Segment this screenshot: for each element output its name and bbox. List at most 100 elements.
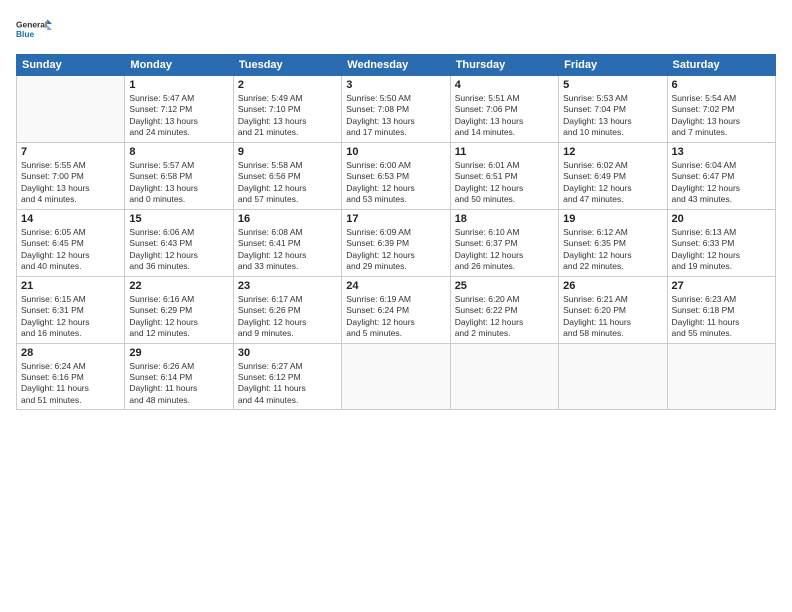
empty-day: [450, 343, 558, 410]
weekday-monday: Monday: [125, 55, 233, 76]
day-info-25: Sunrise: 6:20 AM Sunset: 6:22 PM Dayligh…: [455, 294, 554, 340]
day-19: 19 Sunrise: 6:12 AM Sunset: 6:35 PM Dayli…: [559, 209, 667, 276]
day-info-6: Sunrise: 5:54 AM Sunset: 7:02 PM Dayligh…: [672, 93, 771, 139]
day-info-27: Sunrise: 6:23 AM Sunset: 6:18 PM Dayligh…: [672, 294, 771, 340]
day-number-17: 17: [346, 213, 445, 225]
header: General Blue: [16, 12, 776, 48]
day-number-24: 24: [346, 280, 445, 292]
day-13: 13 Sunrise: 6:04 AM Sunset: 6:47 PM Dayli…: [667, 142, 775, 209]
day-info-22: Sunrise: 6:16 AM Sunset: 6:29 PM Dayligh…: [129, 294, 228, 340]
day-number-28: 28: [21, 347, 120, 359]
day-info-29: Sunrise: 6:26 AM Sunset: 6:14 PM Dayligh…: [129, 361, 228, 407]
logo: General Blue: [16, 12, 52, 48]
day-info-16: Sunrise: 6:08 AM Sunset: 6:41 PM Dayligh…: [238, 227, 337, 273]
day-11: 11 Sunrise: 6:01 AM Sunset: 6:51 PM Dayli…: [450, 142, 558, 209]
day-16: 16Sunrise: 6:08 AM Sunset: 6:41 PM Dayli…: [233, 209, 341, 276]
day-info-5: Sunrise: 5:53 AM Sunset: 7:04 PM Dayligh…: [563, 93, 662, 139]
weekday-wednesday: Wednesday: [342, 55, 450, 76]
day-info-4: Sunrise: 5:51 AM Sunset: 7:06 PM Dayligh…: [455, 93, 554, 139]
day-21: 21 Sunrise: 6:15 AM Sunset: 6:31 PM Dayli…: [17, 276, 125, 343]
day-number-25: 25: [455, 280, 554, 292]
day-25: 25 Sunrise: 6:20 AM Sunset: 6:22 PM Dayli…: [450, 276, 558, 343]
day-30: 30Sunrise: 6:27 AM Sunset: 6:12 PM Dayli…: [233, 343, 341, 410]
calendar-page: General Blue SundayMondayTuesdayWednesda…: [0, 0, 792, 612]
day-1: 1 Sunrise: 5:47 AM Sunset: 7:12 PM Daylig…: [125, 76, 233, 143]
day-info-26: Sunrise: 6:21 AM Sunset: 6:20 PM Dayligh…: [563, 294, 662, 340]
day-number-6: 6: [672, 79, 771, 91]
day-8: 8 Sunrise: 5:57 AM Sunset: 6:58 PM Daylig…: [125, 142, 233, 209]
day-number-22: 22: [129, 280, 228, 292]
weekday-friday: Friday: [559, 55, 667, 76]
week-row-3: 14 Sunrise: 6:05 AM Sunset: 6:45 PM Dayli…: [17, 209, 776, 276]
day-number-12: 12: [563, 146, 662, 158]
day-number-27: 27: [672, 280, 771, 292]
day-10: 10Sunrise: 6:00 AM Sunset: 6:53 PM Dayli…: [342, 142, 450, 209]
day-23: 23 Sunrise: 6:17 AM Sunset: 6:26 PM Dayli…: [233, 276, 341, 343]
calendar-table: SundayMondayTuesdayWednesdayThursdayFrid…: [16, 54, 776, 410]
day-info-2: Sunrise: 5:49 AM Sunset: 7:10 PM Dayligh…: [238, 93, 337, 139]
day-info-9: Sunrise: 5:58 AM Sunset: 6:56 PM Dayligh…: [238, 160, 337, 206]
day-14: 14 Sunrise: 6:05 AM Sunset: 6:45 PM Dayli…: [17, 209, 125, 276]
day-info-23: Sunrise: 6:17 AM Sunset: 6:26 PM Dayligh…: [238, 294, 337, 340]
day-number-2: 2: [238, 79, 337, 91]
weekday-sunday: Sunday: [17, 55, 125, 76]
day-12: 12 Sunrise: 6:02 AM Sunset: 6:49 PM Dayli…: [559, 142, 667, 209]
day-info-15: Sunrise: 6:06 AM Sunset: 6:43 PM Dayligh…: [129, 227, 228, 273]
day-info-13: Sunrise: 6:04 AM Sunset: 6:47 PM Dayligh…: [672, 160, 771, 206]
day-number-1: 1: [129, 79, 228, 91]
day-number-23: 23: [238, 280, 337, 292]
empty-day: [559, 343, 667, 410]
day-number-15: 15: [129, 213, 228, 225]
day-info-1: Sunrise: 5:47 AM Sunset: 7:12 PM Dayligh…: [129, 93, 228, 139]
day-27: 27 Sunrise: 6:23 AM Sunset: 6:18 PM Dayli…: [667, 276, 775, 343]
day-number-7: 7: [21, 146, 120, 158]
day-number-14: 14: [21, 213, 120, 225]
day-3: 3 Sunrise: 5:50 AM Sunset: 7:08 PM Daylig…: [342, 76, 450, 143]
day-18: 18 Sunrise: 6:10 AM Sunset: 6:37 PM Dayli…: [450, 209, 558, 276]
day-info-11: Sunrise: 6:01 AM Sunset: 6:51 PM Dayligh…: [455, 160, 554, 206]
day-number-18: 18: [455, 213, 554, 225]
empty-day: [342, 343, 450, 410]
day-number-9: 9: [238, 146, 337, 158]
day-number-21: 21: [21, 280, 120, 292]
day-15: 15 Sunrise: 6:06 AM Sunset: 6:43 PM Dayli…: [125, 209, 233, 276]
day-info-20: Sunrise: 6:13 AM Sunset: 6:33 PM Dayligh…: [672, 227, 771, 273]
day-info-3: Sunrise: 5:50 AM Sunset: 7:08 PM Dayligh…: [346, 93, 445, 139]
day-info-28: Sunrise: 6:24 AM Sunset: 6:16 PM Dayligh…: [21, 361, 120, 407]
weekday-thursday: Thursday: [450, 55, 558, 76]
day-22: 22 Sunrise: 6:16 AM Sunset: 6:29 PM Dayli…: [125, 276, 233, 343]
weekday-tuesday: Tuesday: [233, 55, 341, 76]
day-number-8: 8: [129, 146, 228, 158]
day-2: 2 Sunrise: 5:49 AM Sunset: 7:10 PM Daylig…: [233, 76, 341, 143]
day-number-20: 20: [672, 213, 771, 225]
day-info-14: Sunrise: 6:05 AM Sunset: 6:45 PM Dayligh…: [21, 227, 120, 273]
day-9: 9 Sunrise: 5:58 AM Sunset: 6:56 PM Daylig…: [233, 142, 341, 209]
day-info-21: Sunrise: 6:15 AM Sunset: 6:31 PM Dayligh…: [21, 294, 120, 340]
weekday-header-row: SundayMondayTuesdayWednesdayThursdayFrid…: [17, 55, 776, 76]
day-number-4: 4: [455, 79, 554, 91]
day-5: 5Sunrise: 5:53 AM Sunset: 7:04 PM Daylig…: [559, 76, 667, 143]
day-20: 20 Sunrise: 6:13 AM Sunset: 6:33 PM Dayli…: [667, 209, 775, 276]
day-number-3: 3: [346, 79, 445, 91]
week-row-4: 21 Sunrise: 6:15 AM Sunset: 6:31 PM Dayli…: [17, 276, 776, 343]
day-number-10: 10: [346, 146, 445, 158]
day-26: 26Sunrise: 6:21 AM Sunset: 6:20 PM Dayli…: [559, 276, 667, 343]
day-info-18: Sunrise: 6:10 AM Sunset: 6:37 PM Dayligh…: [455, 227, 554, 273]
day-info-8: Sunrise: 5:57 AM Sunset: 6:58 PM Dayligh…: [129, 160, 228, 206]
day-info-7: Sunrise: 5:55 AM Sunset: 7:00 PM Dayligh…: [21, 160, 120, 206]
empty-day: [17, 76, 125, 143]
day-info-12: Sunrise: 6:02 AM Sunset: 6:49 PM Dayligh…: [563, 160, 662, 206]
day-24: 24Sunrise: 6:19 AM Sunset: 6:24 PM Dayli…: [342, 276, 450, 343]
day-info-19: Sunrise: 6:12 AM Sunset: 6:35 PM Dayligh…: [563, 227, 662, 273]
day-28: 28 Sunrise: 6:24 AM Sunset: 6:16 PM Dayli…: [17, 343, 125, 410]
day-6: 6 Sunrise: 5:54 AM Sunset: 7:02 PM Daylig…: [667, 76, 775, 143]
weekday-saturday: Saturday: [667, 55, 775, 76]
logo-svg: General Blue: [16, 12, 52, 48]
day-number-11: 11: [455, 146, 554, 158]
day-number-29: 29: [129, 347, 228, 359]
day-4: 4 Sunrise: 5:51 AM Sunset: 7:06 PM Daylig…: [450, 76, 558, 143]
svg-text:Blue: Blue: [16, 29, 35, 39]
day-number-19: 19: [563, 213, 662, 225]
day-info-30: Sunrise: 6:27 AM Sunset: 6:12 PM Dayligh…: [238, 361, 337, 407]
day-number-13: 13: [672, 146, 771, 158]
